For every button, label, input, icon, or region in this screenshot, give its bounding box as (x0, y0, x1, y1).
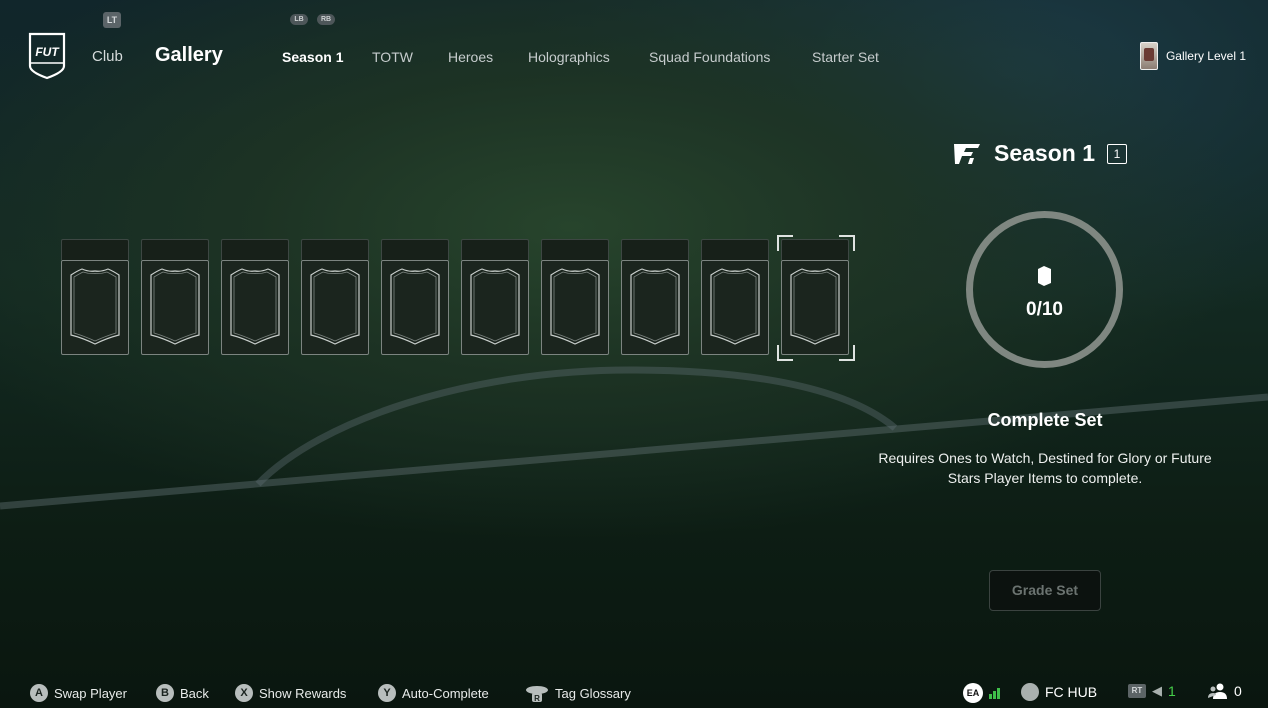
tab-squad-foundations[interactable]: Squad Foundations (649, 49, 770, 65)
set-requirement-text: Requires Ones to Watch, Destined for Glo… (878, 450, 1212, 486)
progress-ring-track (966, 211, 1123, 368)
card-slot[interactable] (621, 239, 689, 355)
hint-show-rewards[interactable]: X Show Rewards (235, 684, 346, 702)
fc-hub[interactable]: FC HUB (1021, 683, 1097, 701)
gallery-level[interactable]: Gallery Level 1 (1139, 42, 1246, 70)
tab-starter-set[interactable]: Starter Set (812, 49, 879, 65)
empty-card-outline-icon (150, 268, 200, 345)
hint-label: Back (180, 685, 209, 701)
empty-card-outline-icon (310, 268, 360, 345)
friends-count: 0 (1234, 683, 1242, 699)
set-count-badge: 1 (1107, 143, 1127, 164)
player-card-icon (1139, 42, 1158, 70)
fc-hub-icon (1021, 683, 1039, 701)
ea-connection-status: EA (963, 683, 1000, 703)
selection-bracket (777, 345, 793, 361)
empty-card-outline-icon (470, 268, 520, 345)
card-pack-icon (1038, 266, 1051, 286)
hint-label: Auto-Complete (402, 685, 489, 701)
fc-logo-icon (954, 143, 980, 164)
hint-back[interactable]: B Back (156, 684, 209, 702)
card-slot-header (221, 239, 289, 260)
fut-logo[interactable]: FUT (28, 32, 66, 80)
lb-bumper-badge: LB (290, 14, 308, 25)
card-slot-header (141, 239, 209, 260)
tab-holographics[interactable]: Holographics (528, 49, 610, 65)
fc-hub-label: FC HUB (1045, 684, 1098, 700)
card-slot[interactable] (541, 239, 609, 355)
empty-card-outline-icon (70, 268, 120, 345)
selection-bracket (777, 235, 793, 251)
notifications[interactable]: RT ◀ 1 (1128, 683, 1176, 699)
empty-card-outline-icon (550, 268, 600, 345)
hint-label: Tag Glossary (555, 685, 631, 701)
card-slot[interactable] (701, 239, 769, 355)
card-slot-header (621, 239, 689, 260)
empty-card-outline-icon (390, 268, 440, 345)
rb-bumper-badge: RB (317, 14, 335, 25)
b-button-icon: B (156, 684, 174, 702)
card-slot[interactable] (301, 239, 369, 355)
set-progress-ring: 0/10 (964, 209, 1125, 370)
set-header: Season 1 1 (953, 140, 1127, 167)
progress-value: 0/10 (1026, 299, 1063, 320)
right-stick-letter: R (534, 694, 540, 702)
hint-auto-complete[interactable]: Y Auto-Complete (378, 684, 489, 702)
selection-bracket (839, 235, 855, 251)
card-slot-header (61, 239, 129, 260)
right-stick-icon: R (526, 686, 548, 702)
nav-club[interactable]: Club (92, 48, 123, 65)
card-slot-header (461, 239, 529, 260)
set-title: Season 1 (994, 140, 1095, 166)
empty-card-outline-icon (630, 268, 680, 345)
empty-card-outline-icon (790, 268, 840, 345)
grade-set-button[interactable]: Grade Set (989, 570, 1101, 611)
y-button-icon: Y (378, 684, 396, 702)
card-slot[interactable] (61, 239, 129, 355)
card-slot-header (541, 239, 609, 260)
gallery-level-label: Gallery Level 1 (1165, 49, 1246, 63)
rt-trigger-badge: RT (1128, 684, 1146, 698)
card-slot[interactable] (381, 239, 449, 355)
card-slot-header (701, 239, 769, 260)
fut-logo-text: FUT (35, 45, 60, 59)
megaphone-icon: ◀ (1152, 683, 1162, 698)
card-slot[interactable] (461, 239, 529, 355)
card-slot[interactable] (221, 239, 289, 355)
selection-bracket (839, 345, 855, 361)
signal-icon (989, 687, 1000, 699)
tab-totw[interactable]: TOTW (372, 49, 413, 65)
nav-gallery[interactable]: Gallery (155, 44, 223, 67)
empty-card-outline-icon (230, 268, 280, 345)
friends-icon (1208, 683, 1227, 699)
card-slot-header (301, 239, 369, 260)
card-slot-header (381, 239, 449, 260)
ea-icon: EA (963, 683, 983, 703)
hint-swap-player[interactable]: A Swap Player (30, 684, 127, 702)
hint-label: Show Rewards (259, 685, 347, 701)
a-button-icon: A (30, 684, 48, 702)
card-slot[interactable] (781, 239, 849, 355)
tab-season-1[interactable]: Season 1 (282, 49, 343, 65)
card-slot[interactable] (141, 239, 209, 355)
tab-heroes[interactable]: Heroes (448, 49, 493, 65)
hint-label: Swap Player (54, 685, 127, 701)
notification-count: 1 (1168, 683, 1176, 699)
x-button-icon: X (235, 684, 253, 702)
empty-card-outline-icon (710, 268, 760, 345)
hint-tag-glossary[interactable]: R Tag Glossary (525, 684, 631, 702)
complete-set-title: Complete Set (987, 410, 1103, 430)
lt-trigger-badge: LT (103, 12, 121, 28)
friends[interactable]: 0 (1208, 683, 1242, 699)
